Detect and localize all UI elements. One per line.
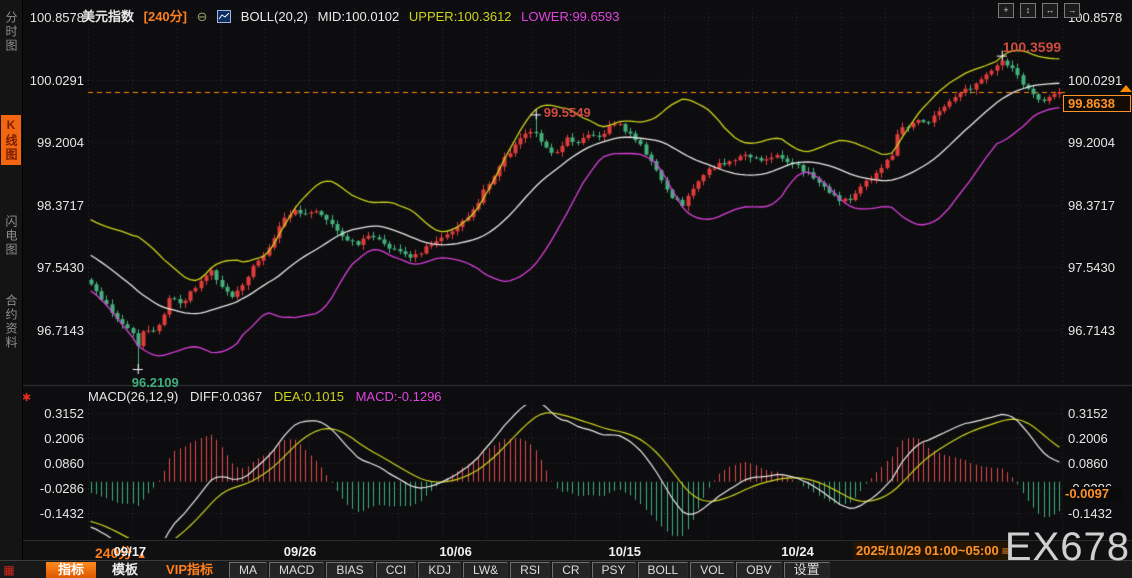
indicator-button-bias[interactable]: BIAS bbox=[326, 562, 374, 578]
annotation-low: 96.2109 bbox=[131, 375, 179, 391]
symbol-name: 美元指数 bbox=[82, 9, 135, 24]
indicator-button-psy[interactable]: PSY bbox=[591, 562, 636, 578]
boll-indicator-label: BOLL(20,2) bbox=[240, 9, 308, 24]
sidebar-tab-4[interactable]: 合约资料 bbox=[1, 291, 21, 353]
tab-template[interactable]: 模板 bbox=[100, 562, 150, 578]
indicator-button-obv[interactable]: OBV bbox=[736, 562, 782, 578]
time-axis-row: 240分 ▲ 2025/10/29 01:00~05:00 ≡ 09/17 09/2… bbox=[0, 540, 1132, 561]
chart-window: 分时图 K线图闪电图合约资料 ✱ 美元指数 [240分] ⊖ BOLL(20,2)… bbox=[0, 0, 1132, 578]
indicator-button-boll[interactable]: BOLL bbox=[637, 562, 689, 578]
indicator-button-kdj[interactable]: KDJ bbox=[418, 562, 462, 578]
macd-hist-value: MACD:-0.1296 bbox=[355, 389, 442, 404]
indicator-settings-icon[interactable]: ✱ bbox=[22, 393, 31, 404]
tab-vip-indicator[interactable]: VIP指标 bbox=[154, 562, 225, 578]
sidebar-tab-1[interactable]: 分时图 bbox=[1, 8, 21, 56]
price-axis-label-right: 99.2004 bbox=[1068, 135, 1115, 151]
macd-axis-label-right: 0.0860 bbox=[1068, 456, 1108, 471]
sidebar: 分时图 K线图闪电图合约资料 bbox=[0, 0, 23, 560]
indicator-button-vol[interactable]: VOL bbox=[690, 562, 735, 578]
macd-header: MACD(26,12,9) DIFF:0.0367 DEA:0.1015 MAC… bbox=[88, 389, 450, 404]
indicator-button-rsi[interactable]: RSI bbox=[510, 562, 551, 578]
current-bar-timerange[interactable]: 2025/10/29 01:00~05:00 ≡ bbox=[853, 542, 1012, 560]
indicator-button-lw&[interactable]: LW& bbox=[463, 562, 509, 578]
bottom-toolbar: ▦ 指标 模板 VIP指标 MA MACD BIAS CCI KDJ LW& RSI CR PS… bbox=[0, 560, 1132, 578]
current-price-badge: 99.8638 bbox=[1063, 95, 1131, 113]
tab-indicator[interactable]: 指标 bbox=[46, 562, 97, 578]
indicator-button-cr[interactable]: CR bbox=[552, 562, 590, 578]
toolbar-grid-icon[interactable]: ▦ bbox=[2, 563, 16, 577]
move-icon[interactable]: + bbox=[998, 3, 1014, 18]
scale-horizontal-icon[interactable]: ↔ bbox=[1042, 3, 1058, 18]
macd-axis-label-right: 0.2006 bbox=[1068, 431, 1108, 446]
macd-axis-label-right: -0.1432 bbox=[1068, 506, 1113, 521]
boll-mid-value: MID:100.0102 bbox=[317, 9, 400, 24]
indicator-button-macd[interactable]: MACD bbox=[269, 562, 325, 578]
period-badge[interactable]: [240分] bbox=[144, 9, 187, 24]
x-axis-date-label: 10/24 bbox=[781, 544, 814, 559]
macd-dea-value: DEA:0.1015 bbox=[273, 389, 344, 404]
sidebar-tab-2[interactable]: K线图 bbox=[1, 115, 21, 165]
chart-canvas[interactable] bbox=[0, 0, 1132, 540]
x-axis-date-label: 10/15 bbox=[608, 544, 642, 559]
macd-axis-label-right: 0.3152 bbox=[1068, 406, 1108, 421]
boll-lower-value: LOWER:99.6593 bbox=[521, 9, 620, 24]
window-icons: + ↕ ↔ → bbox=[998, 3, 1080, 18]
indicator-buttons: MA MACD BIAS CCI KDJ LW& RSI CR PSY BOLL VOL OBV bbox=[229, 562, 784, 578]
macd-diff-value: DIFF:0.0367 bbox=[189, 389, 263, 404]
macd-params-label: MACD(26,12,9) bbox=[88, 389, 179, 404]
menu-icon: ≡ bbox=[1001, 544, 1009, 558]
macd-cursor-badge: -0.0097 bbox=[1063, 486, 1123, 501]
settings-button[interactable]: 设置 bbox=[783, 562, 830, 578]
price-axis-label-right: 96.7143 bbox=[1068, 323, 1115, 338]
x-axis-date-label: 09/26 bbox=[283, 544, 317, 559]
x-axis-date-label: 09/17 bbox=[113, 544, 147, 559]
sidebar-tab-3[interactable]: 闪电图 bbox=[1, 212, 21, 260]
kline-chart-icon bbox=[217, 10, 232, 26]
x-axis-date-label: 10/06 bbox=[439, 544, 472, 559]
annotation-swing-high: 99.5549 bbox=[543, 105, 591, 121]
collapse-icon[interactable]: ⊖ bbox=[197, 9, 208, 24]
chart-header: 美元指数 [240分] ⊖ BOLL(20,2) MID:100.0102 UP… bbox=[82, 6, 625, 24]
indicator-button-cci[interactable]: CCI bbox=[375, 562, 417, 578]
price-axis-label-right: 98.3717 bbox=[1068, 197, 1115, 213]
price-up-arrow-icon bbox=[1120, 85, 1132, 93]
pan-right-icon[interactable]: → bbox=[1064, 3, 1080, 18]
indicator-button-ma[interactable]: MA bbox=[229, 562, 267, 578]
price-axis-label-right: 100.0291 bbox=[1068, 72, 1123, 88]
price-axis-label-right: 97.5430 bbox=[1068, 260, 1115, 276]
annotation-high: 100.3599 bbox=[1002, 38, 1062, 55]
boll-upper-value: UPPER:100.3612 bbox=[408, 9, 512, 24]
scale-vertical-icon[interactable]: ↕ bbox=[1020, 3, 1036, 18]
